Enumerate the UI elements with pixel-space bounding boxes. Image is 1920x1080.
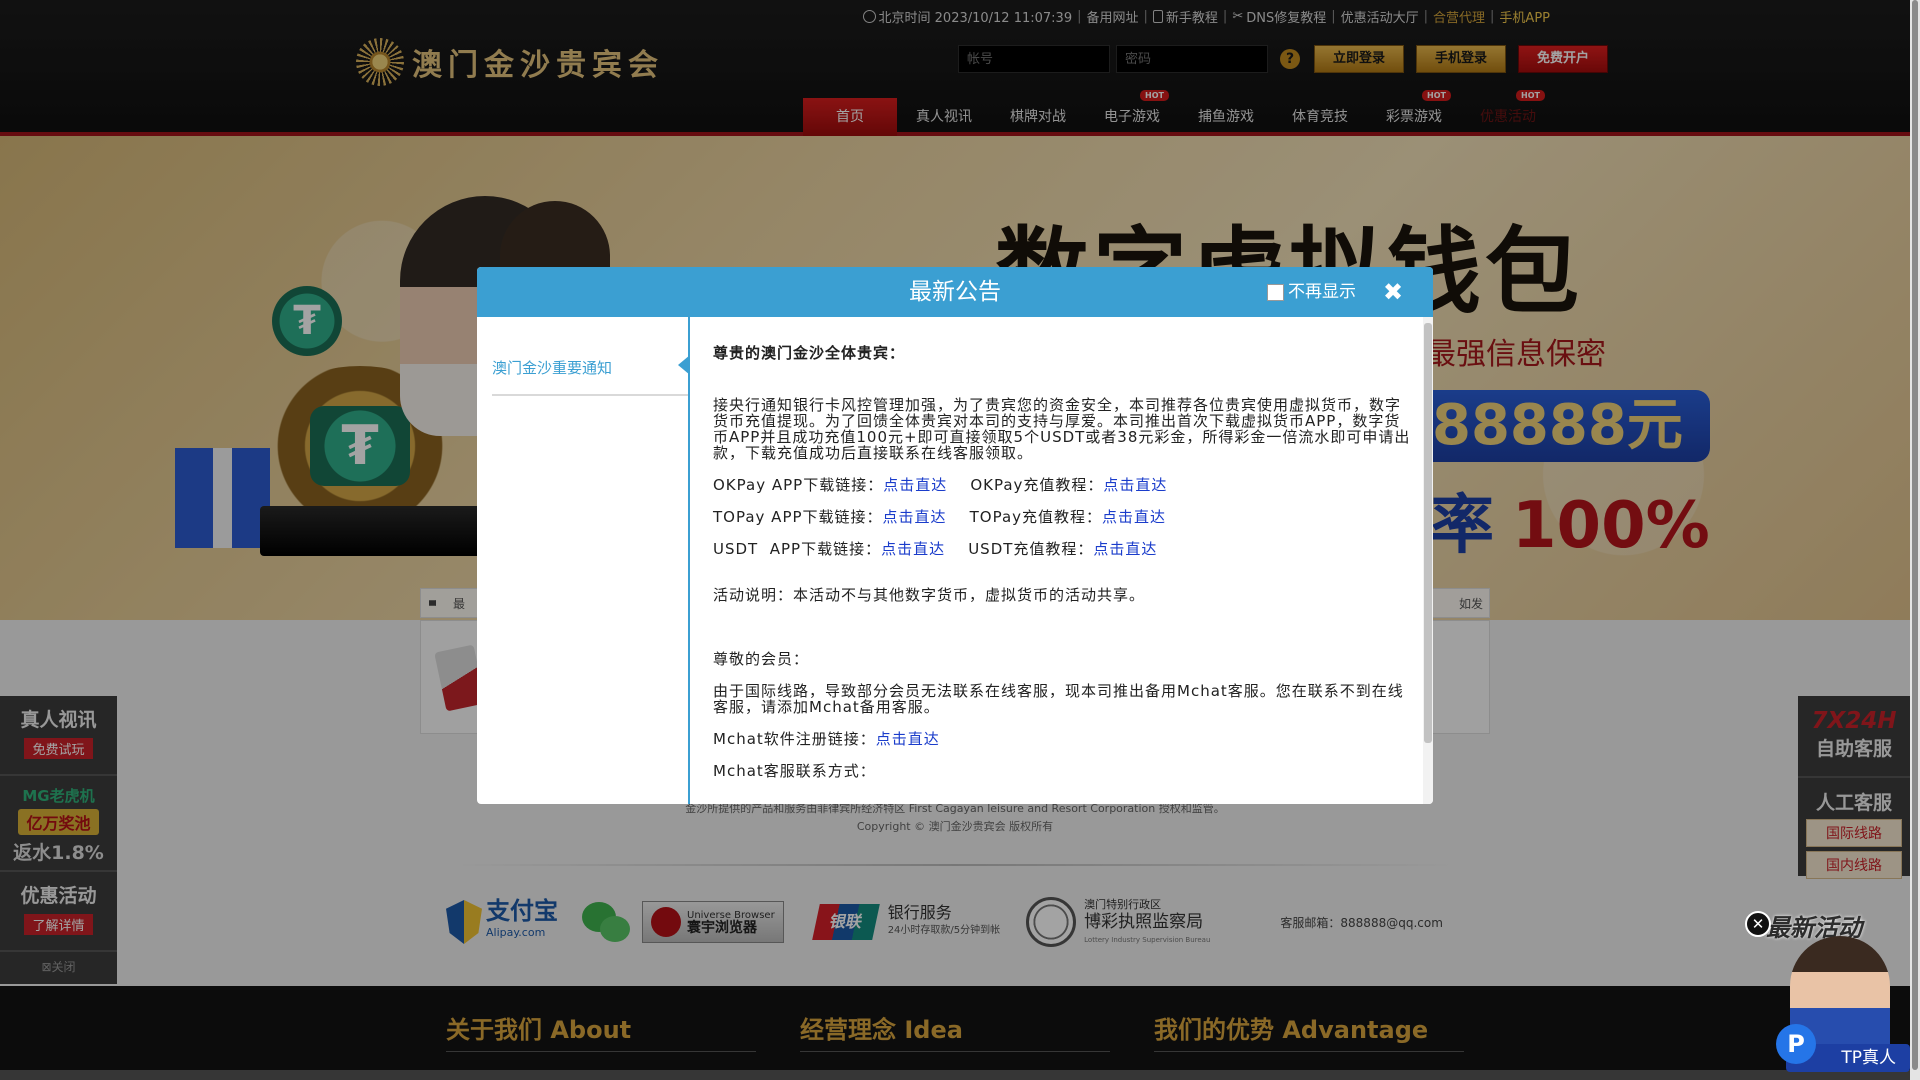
okpay-tutorial-link[interactable]: 点击直达	[1103, 476, 1167, 494]
usdt-row: USDT APP下载链接：点击直达 USDT充值教程：点击直达	[713, 541, 1413, 557]
modal-content: 尊贵的澳门金沙全体贵宾： 接央行通知银行卡风控管理加强，为了贵宾您的资金安全，本…	[713, 345, 1413, 779]
topay-row: TOPay APP下载链接：点击直达 TOPay充值教程：点击直达	[713, 509, 1413, 525]
topay-app-link[interactable]: 点击直达	[883, 508, 947, 526]
topay-tutorial-link[interactable]: 点击直达	[1102, 508, 1166, 526]
page-scrollbar[interactable]	[1910, 0, 1920, 1080]
promo-popup[interactable]: 最新活动 TP真人 P	[1766, 908, 1910, 1072]
close-icon[interactable]: ✕	[1745, 911, 1771, 937]
active-arrow-icon	[678, 355, 690, 375]
usdt-app-link[interactable]: 点击直达	[881, 540, 945, 558]
okpay-tutorial-label: OKPay充值教程：	[970, 476, 1104, 494]
modal-header: 最新公告 不再显示 ✖	[477, 267, 1433, 317]
dont-show-again[interactable]: 不再显示	[1267, 267, 1356, 317]
page-scroll-thumb[interactable]	[1912, 0, 1918, 1070]
mchat-reg-link[interactable]: 点击直达	[876, 730, 940, 748]
modal-scrollbar[interactable]	[1423, 317, 1433, 804]
scroll-thumb[interactable]	[1424, 323, 1432, 743]
announcement-modal: 最新公告 不再显示 ✖ 澳门金沙重要通知 尊贵的澳门金沙全体贵宾： 接央行通知银…	[477, 267, 1433, 804]
mchat-reg-label: Mchat软件注册链接：	[713, 730, 876, 748]
activity-note: 活动说明：本活动不与其他数字货币，虚拟货币的活动共享。	[713, 586, 1146, 604]
tp-logo-icon: P	[1776, 1024, 1816, 1064]
topay-tutorial-label: TOPay充值教程：	[969, 508, 1103, 526]
okpay-row: OKPay APP下载链接：点击直达 OKPay充值教程：点击直达	[713, 477, 1413, 493]
mchat-row: Mchat软件注册链接：点击直达	[713, 731, 1413, 747]
mchat-paragraph: 由于国际线路，导致部分会员无法联系在线客服，现本司推出备用Mchat客服。您在联…	[713, 682, 1404, 716]
dont-show-checkbox[interactable]	[1267, 283, 1284, 301]
okpay-app-link[interactable]: 点击直达	[883, 476, 947, 494]
sidebar-item-notice[interactable]: 澳门金沙重要通知	[492, 357, 688, 396]
okpay-app-label: OKPay APP下载链接：	[713, 476, 884, 494]
greeting: 尊贵的澳门金沙全体贵宾：	[713, 344, 906, 362]
usdt-app-label: USDT APP下载链接：	[713, 540, 882, 558]
modal-sidebar: 澳门金沙重要通知	[477, 317, 690, 804]
modal-title: 最新公告	[909, 279, 1001, 305]
dont-show-label: 不再显示	[1288, 282, 1356, 302]
notice-paragraph: 接央行通知银行卡风控管理加强，为了贵宾您的资金安全，本司推荐各位贵宾使用虚拟货币…	[713, 396, 1411, 462]
usdt-tutorial-link[interactable]: 点击直达	[1093, 540, 1157, 558]
mchat-contact: Mchat客服联系方式：	[713, 762, 876, 780]
topay-app-label: TOPay APP下载链接：	[713, 508, 883, 526]
usdt-tutorial-label: USDT充值教程：	[968, 540, 1094, 558]
member-greeting: 尊敬的会员：	[713, 650, 810, 668]
close-icon[interactable]: ✖	[1383, 267, 1403, 317]
